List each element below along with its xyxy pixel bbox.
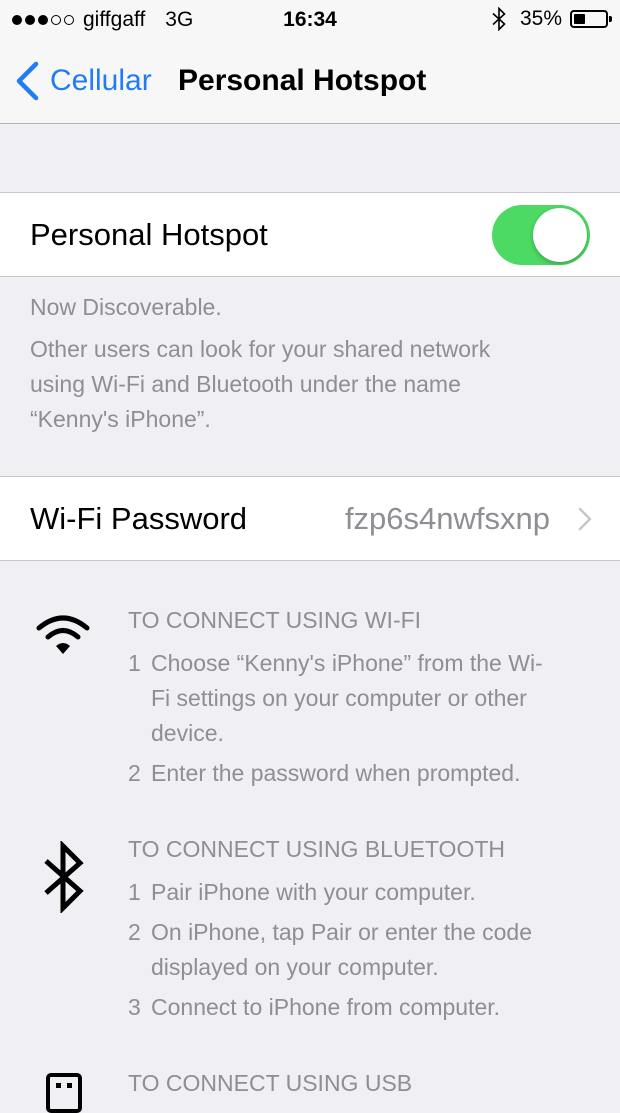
- bluetooth-instructions-body: TO CONNECT USING BLUETOOTH 1 Pair iPhone…: [128, 833, 598, 1030]
- wifi-icon: [36, 615, 90, 654]
- usb-instructions-body: TO CONNECT USING USB: [128, 1067, 598, 1109]
- usb-instructions-heading: TO CONNECT USING USB: [128, 1070, 413, 1096]
- wifi-instructions-heading: TO CONNECT USING WI-FI: [128, 607, 422, 633]
- personal-hotspot-cell: Personal Hotspot: [0, 192, 620, 277]
- bluetooth-icon: [44, 841, 84, 913]
- step-number: 2: [128, 919, 141, 945]
- instruction-step: 2 On iPhone, tap Pair or enter the code …: [128, 915, 598, 985]
- battery-level-fill: [574, 14, 585, 24]
- step-number: 2: [128, 760, 141, 786]
- step-text-line: Connect to iPhone from computer.: [151, 994, 501, 1020]
- chevron-right-icon: [578, 507, 592, 531]
- instruction-step: 1 Choose “Kenny's iPhone” from the Wi- F…: [128, 646, 598, 751]
- instruction-step: 2 Enter the password when prompted.: [128, 756, 598, 791]
- step-text-line: Pair iPhone with your computer.: [151, 879, 476, 905]
- step-text-line: On iPhone, tap Pair or enter the code: [151, 919, 533, 945]
- step-number: 1: [128, 650, 141, 676]
- step-number: 3: [128, 994, 141, 1020]
- battery-percent: 35%: [519, 7, 562, 30]
- back-label[interactable]: Cellular: [50, 64, 152, 98]
- discoverable-description-line: using Wi-Fi and Bluetooth under the name: [30, 371, 461, 397]
- wifi-instructions-body: TO CONNECT USING WI-FI 1 Choose “Kenny's…: [128, 604, 598, 796]
- step-text-line: displayed on your computer.: [151, 954, 439, 980]
- navigation-bar: Cellular Personal Hotspot: [0, 40, 620, 124]
- wifi-password-value: fzp6s4nwfsxnp: [344, 501, 550, 536]
- status-bar: giffgaff 3G 16:34 35%: [0, 0, 620, 40]
- status-right: 35%: [492, 7, 612, 31]
- step-number: 1: [128, 879, 141, 905]
- chevron-left-icon[interactable]: [14, 60, 40, 102]
- bluetooth-instructions-heading: TO CONNECT USING BLUETOOTH: [128, 836, 505, 862]
- wifi-password-label: Wi-Fi Password: [30, 501, 248, 536]
- step-text-line: Enter the password when prompted.: [151, 760, 521, 786]
- step-text-line: device.: [151, 720, 224, 746]
- personal-hotspot-toggle[interactable]: [492, 205, 590, 265]
- back-button[interactable]: Cellular: [14, 60, 152, 102]
- discoverable-description-line: Other users can look for your shared net…: [30, 336, 491, 362]
- wifi-password-cell[interactable]: Wi-Fi Password fzp6s4nwfsxnp: [0, 476, 620, 561]
- battery-tip: [609, 16, 612, 22]
- instruction-step: 1 Pair iPhone with your computer.: [128, 875, 598, 910]
- toggle-knob[interactable]: [533, 208, 587, 262]
- step-text-line: Fi settings on your computer or other: [151, 685, 527, 711]
- battery-icon: [570, 10, 612, 28]
- page-title: Personal Hotspot: [178, 64, 427, 97]
- instruction-step: 3 Connect to iPhone from computer.: [128, 990, 598, 1025]
- bluetooth-icon: [492, 7, 506, 31]
- personal-hotspot-label: Personal Hotspot: [30, 217, 268, 252]
- usb-icon: [46, 1073, 82, 1113]
- discoverable-footer: Now Discoverable. Other users can look f…: [30, 290, 600, 437]
- step-text-line: Choose “Kenny's iPhone” from the Wi-: [151, 650, 543, 676]
- discoverable-status: Now Discoverable.: [30, 294, 222, 320]
- discoverable-description-line: “Kenny's iPhone”.: [30, 406, 211, 432]
